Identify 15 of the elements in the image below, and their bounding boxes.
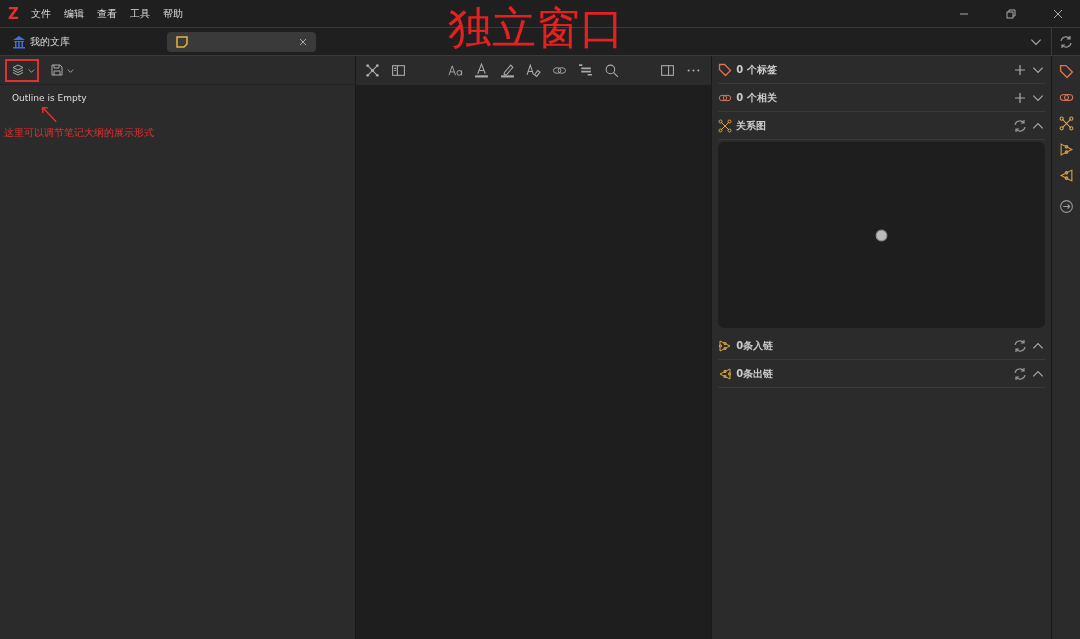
- menu-item[interactable]: 查看: [96, 6, 117, 21]
- menu-item[interactable]: 工具: [129, 6, 150, 21]
- section-title[interactable]: 0条出链: [736, 366, 774, 381]
- menu-item[interactable]: 帮助: [162, 6, 183, 21]
- section-title[interactable]: 0条入链: [736, 338, 774, 353]
- library-tab[interactable]: 我的文库: [4, 31, 165, 52]
- annotation-note: 这里可以调节笔记大纲的展示形式: [4, 126, 154, 140]
- menu-item[interactable]: 文件: [30, 6, 51, 21]
- section-title[interactable]: 关系图: [736, 118, 767, 133]
- outline-empty-message: Outline is Empty: [11, 92, 88, 105]
- app-logo: Z: [8, 4, 19, 23]
- menu-item[interactable]: 编辑: [63, 6, 84, 21]
- section-title[interactable]: 0 个相关: [736, 90, 777, 105]
- annotation-title: 独立窗口: [448, 2, 624, 54]
- section-title[interactable]: 0 个标签: [736, 62, 777, 77]
